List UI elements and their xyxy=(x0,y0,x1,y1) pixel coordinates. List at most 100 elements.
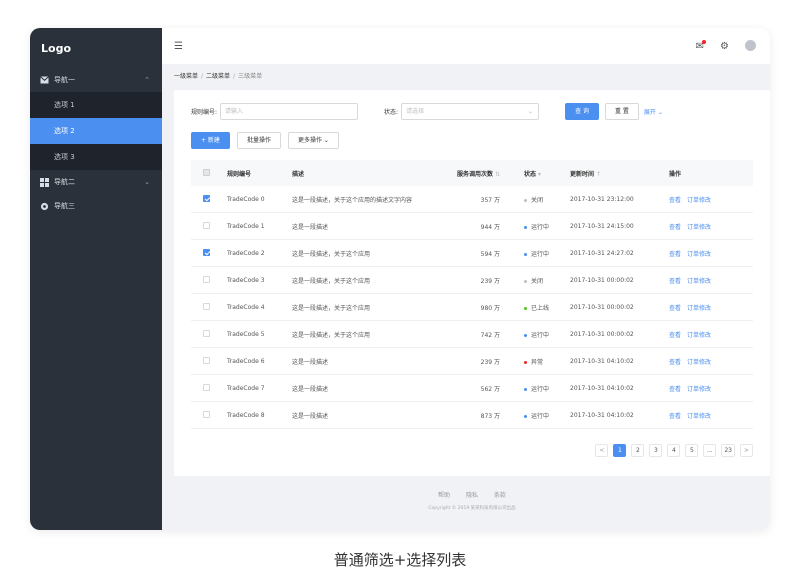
page-button[interactable]: ... xyxy=(703,444,717,457)
status-select-placeholder: 请选择 xyxy=(406,108,425,115)
new-button[interactable]: + 新建 xyxy=(191,132,230,149)
view-link[interactable]: 查看 xyxy=(669,278,681,285)
edit-order-link[interactable]: 订单修改 xyxy=(687,278,711,285)
cell-ops: 查看 订单修改 xyxy=(655,411,753,420)
column-header[interactable]: 服务调用次数 ⇅ xyxy=(438,169,510,178)
page-button[interactable]: 2 xyxy=(631,444,645,457)
view-link[interactable]: 查看 xyxy=(669,224,681,231)
edit-order-link[interactable]: 订单修改 xyxy=(687,359,711,366)
breadcrumb-item[interactable]: 一级菜单 xyxy=(174,73,198,80)
view-link[interactable]: 查看 xyxy=(669,197,681,204)
view-link[interactable]: 查看 xyxy=(669,413,681,420)
more-actions-button[interactable]: 更多操作 ⌄ xyxy=(287,132,339,149)
cell-count: 562 万 xyxy=(480,385,500,393)
row-checkbox[interactable] xyxy=(203,356,210,364)
row-checkbox[interactable] xyxy=(203,194,210,202)
cell-desc: 这是一段描述 xyxy=(292,223,329,231)
app-window: Logo 导航一 ⌃ 选项 1 选项 2 选项 3 导航二 ⌄ 导航三 ☰ ✉ … xyxy=(30,28,770,530)
table-row: TradeCode 0 这是一段描述，关于这个应用的描述文字内容 357 万 关闭 20… xyxy=(191,186,753,213)
sidebar-group-label: 导航三 xyxy=(54,202,75,210)
chevron-down-icon: ⌄ xyxy=(528,108,534,115)
row-checkbox[interactable] xyxy=(203,410,210,418)
row-checkbox[interactable] xyxy=(203,302,210,310)
gear-icon[interactable]: ⚙ xyxy=(720,41,729,52)
cell-desc: 这是一段描述 xyxy=(292,412,329,420)
mail-icon[interactable]: ✉ xyxy=(696,39,707,52)
cell-desc: 这是一段描述，关于这个应用 xyxy=(292,331,371,339)
row-checkbox[interactable] xyxy=(203,275,210,283)
cell-code: TradeCode 5 xyxy=(227,330,265,338)
footer-link-terms[interactable]: 条款 xyxy=(494,492,506,499)
footer-link-privacy[interactable]: 隐私 xyxy=(466,492,478,499)
table-row: TradeCode 1 这是一段描述 944 万 运行中 2017-10-31 24:1… xyxy=(191,213,753,240)
query-button[interactable]: 查 询 xyxy=(565,103,599,120)
sort-icon: ↑ xyxy=(596,170,602,178)
grid-icon xyxy=(40,177,49,187)
cell-ops: 查看 订单修改 xyxy=(655,357,753,366)
cell-code: TradeCode 4 xyxy=(227,303,265,311)
view-link[interactable]: 查看 xyxy=(669,332,681,339)
column-header[interactable]: 更新时间 ↑ xyxy=(560,169,655,178)
cell-code: TradeCode 3 xyxy=(227,276,265,284)
select-all-checkbox[interactable] xyxy=(203,168,210,176)
footer-links: 帮助 隐私 条款 xyxy=(174,490,770,499)
expand-link[interactable]: 展开 ⌄ xyxy=(644,107,663,116)
row-checkbox[interactable] xyxy=(203,329,210,337)
cell-ops: 查看 订单修改 xyxy=(655,303,753,312)
cell-desc: 这是一段描述 xyxy=(292,385,329,393)
row-checkbox[interactable] xyxy=(203,221,210,229)
sidebar-item-option3[interactable]: 选项 3 xyxy=(30,144,162,170)
batch-button[interactable]: 批量操作 xyxy=(236,132,281,149)
table-header: 规则编号 描述 服务调用次数 ⇅ 状态 ▾ 更新时间 ↑ 操作 xyxy=(191,160,753,186)
edit-order-link[interactable]: 订单修改 xyxy=(687,413,711,420)
page-button[interactable]: 3 xyxy=(649,444,663,457)
sidebar-group-nav2[interactable]: 导航二 ⌄ xyxy=(30,170,162,194)
cell-time: 2017-10-31 04:10:02 xyxy=(570,411,634,419)
rule-input[interactable]: 请输入 xyxy=(220,103,359,120)
row-checkbox[interactable] xyxy=(203,383,210,391)
column-header[interactable]: 状态 ▾ xyxy=(510,169,560,178)
page-button[interactable]: 23 xyxy=(721,444,735,457)
footer: 帮助 隐私 条款 Copyright © 2019 某某科技有限公司出品 xyxy=(174,490,770,511)
edit-order-link[interactable]: 订单修改 xyxy=(687,332,711,339)
sidebar-group-nav3[interactable]: 导航三 xyxy=(30,194,162,218)
breadcrumb: 一级菜单 / 二级菜单 / 三级菜单 xyxy=(174,73,263,80)
breadcrumb-current: 三级菜单 xyxy=(238,73,263,80)
chevron-up-icon: ⌃ xyxy=(144,76,150,84)
status-dot xyxy=(524,414,527,418)
pagination: <1 2 3 4 5... 23 > xyxy=(590,444,753,457)
edit-order-link[interactable]: 订单修改 xyxy=(687,251,711,258)
next-page-button[interactable]: > xyxy=(740,444,753,457)
column-header: 规则编号 xyxy=(227,170,252,178)
reset-button[interactable]: 重 置 xyxy=(604,103,639,120)
chevron-down-icon: ⌄ xyxy=(144,178,150,186)
page-button[interactable]: 5 xyxy=(685,444,699,457)
edit-order-link[interactable]: 订单修改 xyxy=(687,197,711,204)
edit-order-link[interactable]: 订单修改 xyxy=(687,386,711,393)
edit-order-link[interactable]: 订单修改 xyxy=(687,224,711,231)
view-link[interactable]: 查看 xyxy=(669,386,681,393)
footer-link-help[interactable]: 帮助 xyxy=(438,492,450,499)
view-link[interactable]: 查看 xyxy=(669,251,681,258)
avatar xyxy=(745,40,756,52)
sidebar-group-nav1[interactable]: 导航一 ⌃ xyxy=(30,68,162,92)
cell-desc: 这是一段描述，关于这个应用的描述文字内容 xyxy=(292,196,413,204)
edit-order-link[interactable]: 订单修改 xyxy=(687,305,711,312)
row-checkbox[interactable] xyxy=(203,248,210,256)
status-select[interactable]: 请选择 ⌄ xyxy=(401,103,540,120)
page-button[interactable]: 1 xyxy=(613,444,627,457)
cell-time: 2017-10-31 04:10:02 xyxy=(570,384,634,392)
cell-count: 594 万 xyxy=(480,250,500,258)
prev-page-button[interactable]: < xyxy=(595,444,609,457)
sidebar-item-option2[interactable]: 选项 2 xyxy=(30,118,162,144)
view-link[interactable]: 查看 xyxy=(669,305,681,312)
menu-fold-icon[interactable]: ☰ xyxy=(174,41,183,52)
status-dot xyxy=(524,306,527,310)
page-button[interactable]: 4 xyxy=(667,444,681,457)
breadcrumb-item[interactable]: 二级菜单 xyxy=(206,73,230,80)
sidebar-item-option1[interactable]: 选项 1 xyxy=(30,92,162,118)
view-link[interactable]: 查看 xyxy=(669,359,681,366)
avatar-icon[interactable] xyxy=(745,40,756,52)
caption: 普通筛选+选择列表 xyxy=(333,551,467,569)
cell-status: 已上线 xyxy=(510,303,560,312)
